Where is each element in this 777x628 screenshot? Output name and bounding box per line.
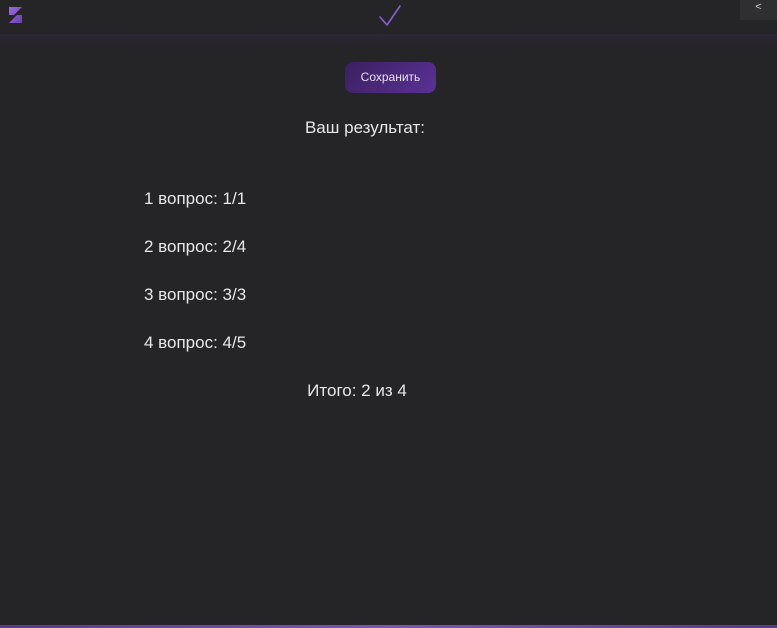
app-window: < Сохранить Ваш результат: 1 вопрос: 1/1… [0,0,777,628]
question-result-1: 1 вопрос: 1/1 [144,189,247,208]
total-score: Итого: 2 из 4 [307,381,407,400]
back-button[interactable]: < [740,0,777,20]
question-result-4: 4 вопрос: 4/5 [144,333,247,352]
question-result-3: 3 вопрос: 3/3 [144,285,247,304]
checkmark-icon [379,5,401,26]
result-title: Ваш результат: [304,118,426,137]
title-bar-divider [0,34,777,48]
save-button[interactable]: Сохранить [345,62,436,93]
z-logo-icon [9,7,22,23]
question-result-2: 2 вопрос: 2/4 [144,237,247,256]
title-bar: < [0,0,777,34]
